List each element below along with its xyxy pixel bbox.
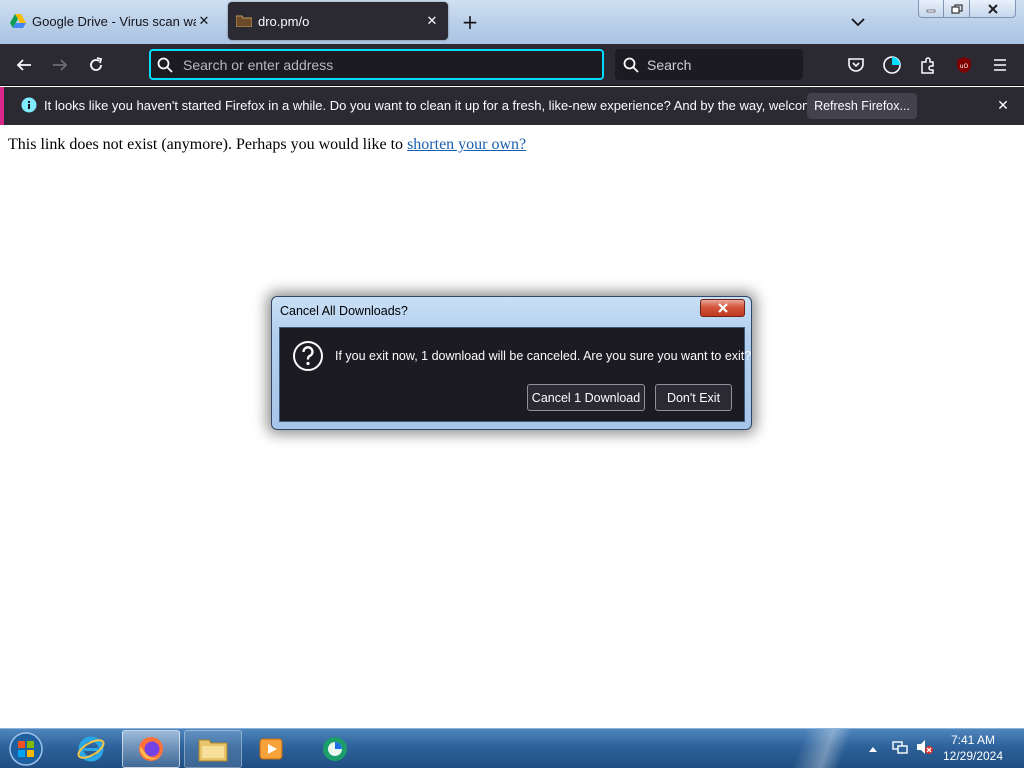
restore-button[interactable] <box>944 0 970 18</box>
close-tab-icon[interactable]: ✕ <box>424 13 440 29</box>
app-menu-button[interactable] <box>988 53 1012 77</box>
svg-text:uO: uO <box>960 63 969 70</box>
window-controls <box>918 0 1016 18</box>
search-bar-placeholder: Search <box>647 56 692 73</box>
url-bar-placeholder: Search or enter address <box>183 56 334 73</box>
shorten-link[interactable]: shorten your own? <box>407 136 526 153</box>
url-bar[interactable]: Search or enter address <box>149 49 604 80</box>
folder-favicon-icon <box>236 13 252 29</box>
volume-muted-icon[interactable] <box>916 739 934 759</box>
page-message: This link does not exist (anymore). Perh… <box>8 136 408 153</box>
tab-google-drive[interactable]: Google Drive - Virus scan warni ✕ <box>2 2 220 40</box>
firefox-view-button[interactable] <box>880 53 904 77</box>
show-hidden-icons-icon[interactable] <box>866 746 880 752</box>
dialog-close-button[interactable] <box>700 299 745 317</box>
internet-explorer-icon <box>77 736 105 762</box>
reload-icon <box>90 57 103 71</box>
info-icon <box>21 97 37 113</box>
google-drive-icon <box>10 13 26 29</box>
clock-date: 12/29/2024 <box>942 749 1004 763</box>
forward-button[interactable] <box>48 53 72 77</box>
notification-message: It looks like you haven't started Firefo… <box>44 98 855 113</box>
app-icon <box>323 737 347 761</box>
chevron-down-icon[interactable] <box>846 10 870 34</box>
dont-exit-button[interactable]: Don't Exit <box>655 384 732 411</box>
clock-time: 7:41 AM <box>950 733 996 747</box>
tab-title: Google Drive - Virus scan warni <box>32 13 196 29</box>
navigation-toolbar: Search or enter address Search uO <box>0 44 1024 86</box>
taskbar-media-player[interactable] <box>242 730 300 768</box>
minimize-button[interactable] <box>918 0 944 18</box>
taskbar-firefox[interactable] <box>122 730 180 768</box>
refresh-notification-bar: It looks like you haven't started Firefo… <box>0 87 1024 125</box>
close-tab-icon[interactable]: ✕ <box>196 13 212 29</box>
question-mark-icon <box>293 341 323 371</box>
close-icon <box>717 303 728 313</box>
refresh-firefox-button[interactable]: Refresh Firefox... <box>807 93 917 119</box>
ublock-shield-icon: uO <box>957 57 971 73</box>
file-explorer-icon <box>198 739 228 762</box>
reload-button[interactable] <box>84 53 108 77</box>
ublock-origin-button[interactable]: uO <box>952 53 976 77</box>
media-player-icon <box>259 738 283 760</box>
extensions-button[interactable] <box>916 53 940 77</box>
system-tray <box>866 729 934 769</box>
firefox-icon <box>139 737 163 761</box>
dialog-title: Cancel All Downloads? <box>280 304 408 318</box>
dialog-message: If you exit now, 1 download will be canc… <box>335 349 752 363</box>
back-arrow-icon <box>16 59 31 71</box>
firefox-view-icon <box>883 56 901 74</box>
windows-logo-icon <box>9 732 43 766</box>
forward-arrow-icon <box>53 59 68 71</box>
search-icon <box>623 57 639 73</box>
cancel-download-button[interactable]: Cancel 1 Download <box>527 384 645 411</box>
close-window-button[interactable] <box>970 0 1016 18</box>
puzzle-piece-icon <box>921 57 934 74</box>
dialog-body: If you exit now, 1 download will be canc… <box>279 327 751 422</box>
taskbar: 7:41 AM 12/29/2024 <box>0 728 1024 769</box>
hamburger-menu-icon <box>994 59 1006 71</box>
taskbar-internet-explorer[interactable] <box>62 730 120 768</box>
search-icon <box>157 57 173 73</box>
tab-dro-pm[interactable]: dro.pm/o ✕ <box>228 2 448 40</box>
start-button[interactable] <box>6 730 46 768</box>
system-clock[interactable]: 7:41 AM 12/29/2024 <box>934 732 1012 764</box>
back-button[interactable] <box>12 53 36 77</box>
cancel-downloads-dialog: Cancel All Downloads? If you exit now, 1… <box>271 296 752 430</box>
pocket-button[interactable] <box>844 53 868 77</box>
taskbar-file-explorer[interactable] <box>184 730 242 768</box>
search-bar[interactable]: Search <box>615 49 803 80</box>
close-notification-icon[interactable]: ✕ <box>995 97 1011 113</box>
tab-strip: Google Drive - Virus scan warni ✕ dro.pm… <box>0 0 1024 44</box>
taskbar-app[interactable] <box>306 730 364 768</box>
tab-title: dro.pm/o <box>258 13 310 29</box>
network-icon[interactable] <box>892 739 908 759</box>
pocket-icon <box>848 58 864 72</box>
new-tab-button[interactable]: + <box>458 10 482 34</box>
